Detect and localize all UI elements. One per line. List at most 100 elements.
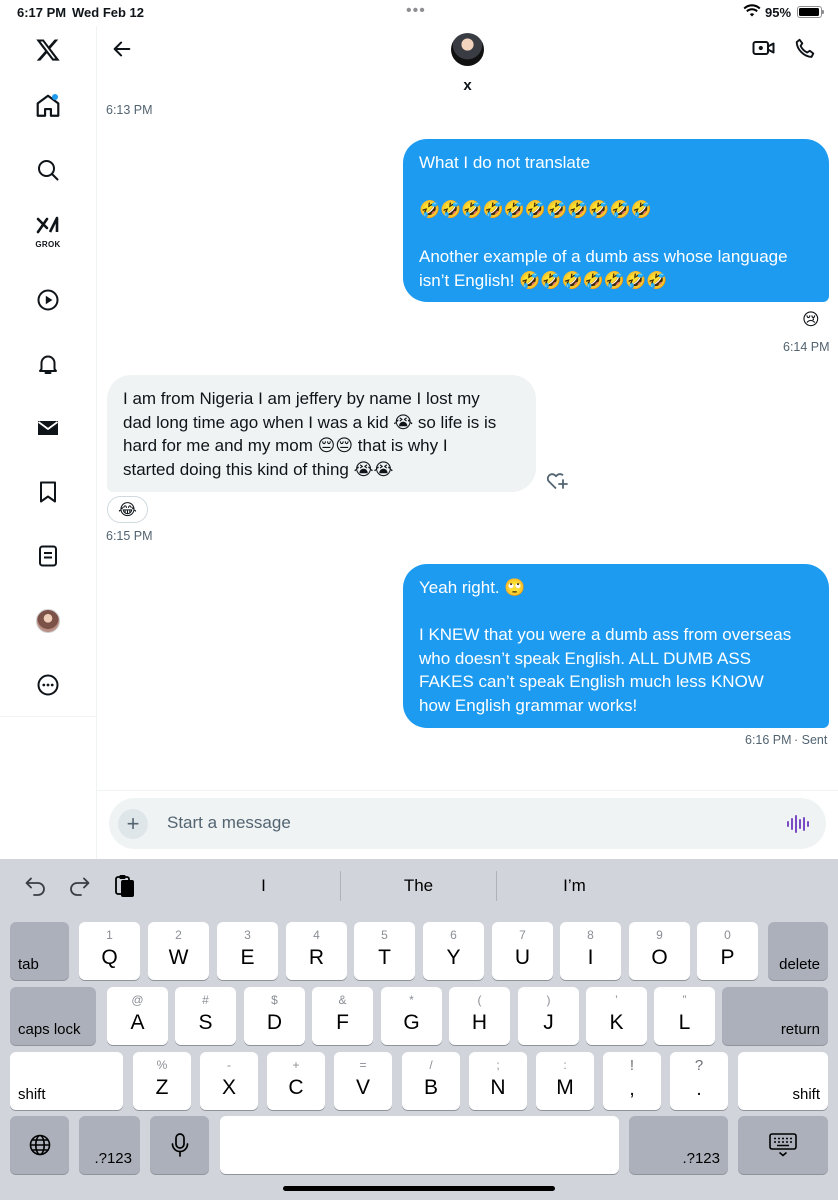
key-m[interactable]: :M	[536, 1052, 594, 1110]
conversation-avatar[interactable]	[451, 33, 484, 66]
numbers-key-left[interactable]: .?123	[79, 1116, 140, 1174]
key-i[interactable]: 8I	[560, 922, 621, 980]
key-letter: W	[168, 946, 189, 969]
key-letter: L	[678, 1011, 691, 1034]
key-u[interactable]: 7U	[492, 922, 553, 980]
key-z[interactable]: % Z	[133, 1052, 191, 1110]
globe-key[interactable]	[10, 1116, 69, 1174]
battery-icon	[797, 6, 824, 18]
paste-icon[interactable]	[112, 873, 138, 899]
key-v[interactable]: = V	[334, 1052, 392, 1110]
message-timestamp: 6:15 PM	[106, 529, 153, 543]
tab-key-label: tab	[18, 956, 39, 973]
message-bubble-incoming[interactable]: I am from Nigeria I am jeffery by name I…	[107, 375, 536, 492]
space-key[interactable]	[220, 1116, 619, 1174]
key-c[interactable]: + C	[267, 1052, 325, 1110]
home-indicator[interactable]	[283, 1186, 555, 1191]
key-r[interactable]: 4R	[286, 922, 347, 980]
key-w[interactable]: 2W	[148, 922, 209, 980]
key-t[interactable]: 5T	[354, 922, 415, 980]
suggestion-1[interactable]: I	[186, 876, 341, 896]
dictation-key[interactable]	[150, 1116, 209, 1174]
search-icon[interactable]	[28, 150, 68, 190]
numbers-key-right[interactable]: .?123	[629, 1116, 728, 1174]
add-media-button[interactable]: +	[118, 809, 148, 839]
suggestion-2[interactable]: The	[341, 876, 496, 896]
key-f[interactable]: & F	[312, 987, 373, 1045]
play-icon[interactable]	[28, 280, 68, 320]
message-line: started doing this kind of thing 😭😭	[123, 459, 394, 479]
multitasking-dots-icon[interactable]: •••	[406, 2, 426, 20]
key-hint: $	[271, 993, 278, 1007]
phone-call-button[interactable]	[793, 37, 817, 61]
conversation-name[interactable]: x	[440, 77, 495, 94]
key-d[interactable]: $ D	[244, 987, 305, 1045]
key-question-period[interactable]: ?.	[670, 1052, 728, 1110]
delete-key[interactable]: delete	[768, 922, 828, 980]
tab-key[interactable]: tab	[10, 922, 69, 980]
caps-lock-key[interactable]: caps lock	[10, 987, 96, 1045]
return-key-label: return	[780, 1021, 820, 1038]
list-icon[interactable]	[28, 536, 68, 576]
message-input[interactable]: Start a message	[167, 813, 291, 833]
key-x[interactable]: -X	[200, 1052, 258, 1110]
status-time: 6:17 PM	[17, 5, 67, 20]
sidebar: GROK	[0, 26, 97, 859]
key-j[interactable]: ) J	[518, 987, 579, 1045]
key-p[interactable]: 0P	[697, 922, 758, 980]
key-y[interactable]: 6Y	[423, 922, 484, 980]
key-q[interactable]: 1Q	[79, 922, 140, 980]
key-hint: &	[338, 993, 347, 1007]
key-h[interactable]: (H	[449, 987, 510, 1045]
grok-label: GROK	[35, 240, 61, 249]
bell-icon[interactable]	[28, 344, 68, 384]
undo-icon[interactable]	[22, 873, 48, 899]
redo-icon[interactable]	[67, 873, 93, 899]
message-bubble-outgoing[interactable]: What I do not translate 🤣🤣🤣🤣🤣🤣🤣🤣🤣🤣🤣 Anot…	[403, 139, 829, 302]
add-reaction-button[interactable]	[544, 469, 568, 491]
key-hint: 3	[244, 928, 251, 942]
profile-avatar[interactable]	[28, 601, 68, 641]
key-e[interactable]: 3E	[217, 922, 278, 980]
message-status: · Sent	[794, 733, 828, 747]
message-line: I KNEW that you were a dumb ass from ove…	[419, 625, 792, 644]
video-call-button[interactable]	[752, 37, 778, 61]
hide-keyboard-key[interactable]	[738, 1116, 828, 1174]
shift-right-key[interactable]: shift	[738, 1052, 828, 1110]
key-g[interactable]: * G	[381, 987, 442, 1045]
key-exclamation-comma[interactable]: !,	[603, 1052, 661, 1110]
x-logo-icon[interactable]	[28, 30, 68, 70]
mail-icon[interactable]	[28, 408, 68, 448]
more-icon[interactable]	[28, 665, 68, 705]
bookmark-icon[interactable]	[28, 472, 68, 512]
message-line: I am from Nigeria I am jeffery by name I…	[123, 389, 480, 408]
back-button[interactable]	[109, 36, 135, 62]
home-icon[interactable]	[28, 86, 68, 126]
key-letter: D	[266, 1011, 283, 1034]
message-bubble-outgoing[interactable]: Yeah right. 🙄 I KNEW that you were a dum…	[403, 564, 829, 728]
key-o[interactable]: 9O	[629, 922, 690, 980]
message-reaction[interactable]: 😢	[802, 310, 820, 330]
key-hint: +	[292, 1058, 300, 1072]
key-letter: G	[403, 1011, 420, 1034]
voice-message-icon[interactable]	[785, 812, 809, 836]
suggestion-3[interactable]: I’m	[497, 876, 652, 896]
key-n[interactable]: ; N	[469, 1052, 527, 1110]
key-letter: C	[288, 1076, 304, 1099]
key-b[interactable]: / B	[402, 1052, 460, 1110]
key-k[interactable]: ’ K	[586, 987, 647, 1045]
message-reaction[interactable]: 😂	[107, 496, 148, 523]
return-key[interactable]: return	[722, 987, 828, 1045]
key-symbol-top: ?	[694, 1057, 704, 1074]
key-s[interactable]: # S	[175, 987, 236, 1045]
message-line: FAKES can’t speak English much less KNOW	[419, 672, 764, 691]
key-letter: A	[130, 1011, 145, 1034]
key-l[interactable]: ” L	[654, 987, 715, 1045]
caps-lock-key-label: caps lock	[18, 1021, 81, 1038]
key-a[interactable]: @ A	[107, 987, 168, 1045]
key-hint: 0	[724, 928, 731, 942]
key-letter: N	[490, 1076, 506, 1099]
grok-icon[interactable]: GROK	[28, 212, 68, 252]
key-hint: 2	[175, 928, 182, 942]
shift-left-key[interactable]: shift	[10, 1052, 123, 1110]
